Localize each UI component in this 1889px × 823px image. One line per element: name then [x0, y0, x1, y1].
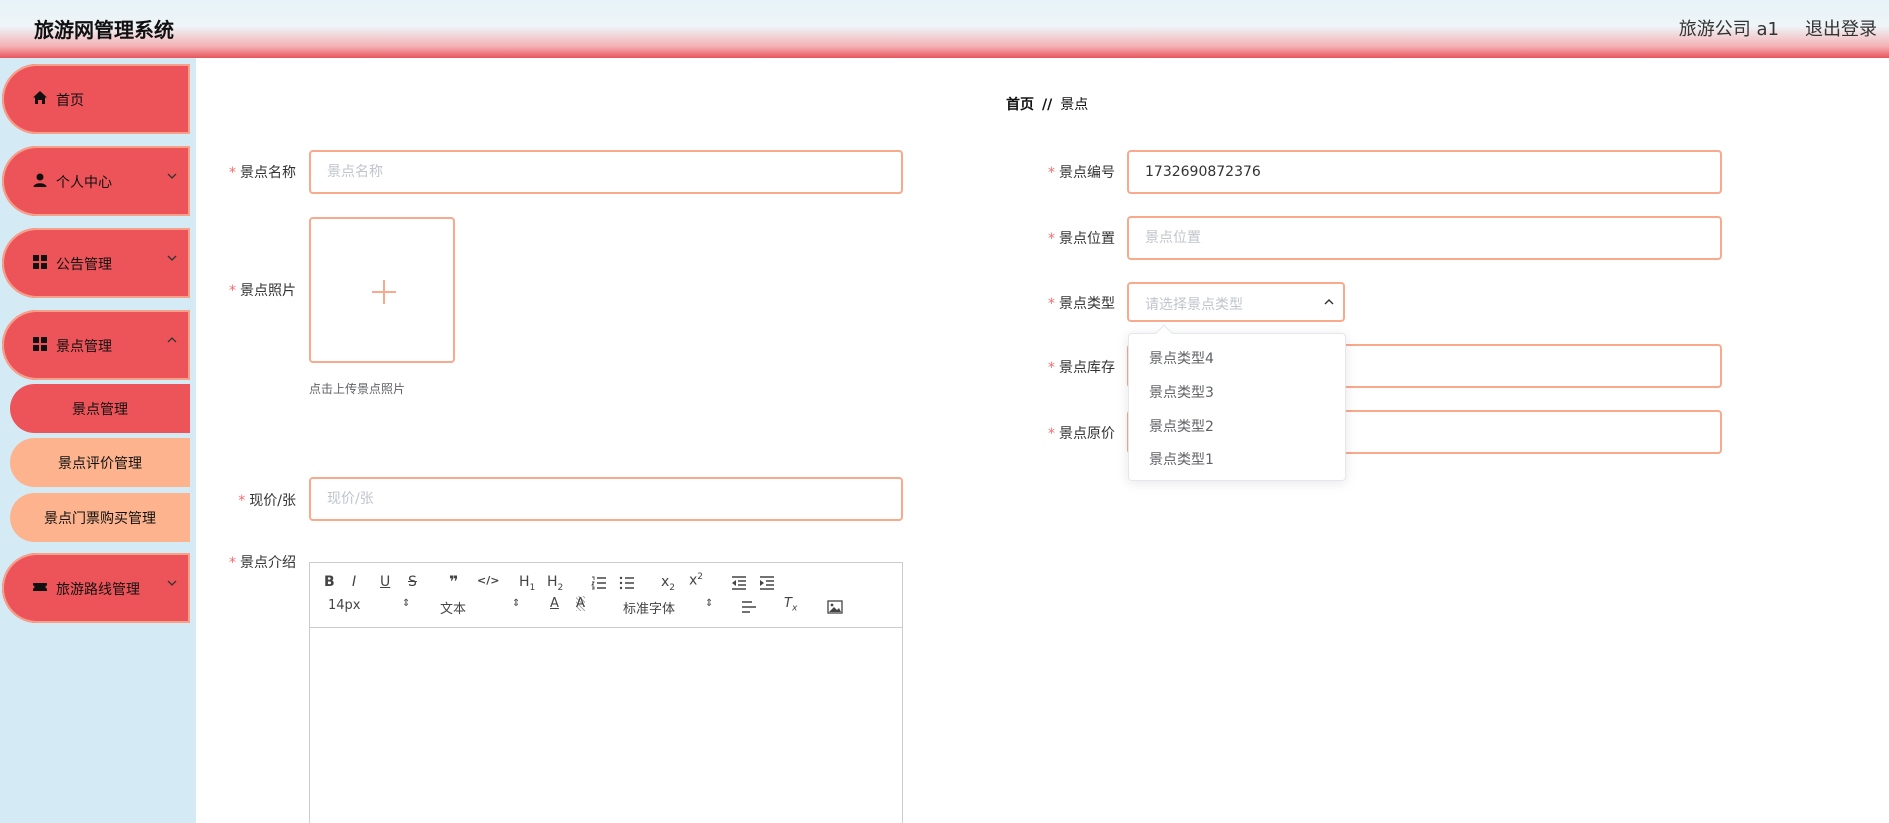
sidebar-subitem-attraction-review[interactable]: 景点评价管理 [10, 438, 190, 487]
bold-icon[interactable]: B [324, 574, 335, 590]
ticket-icon [33, 583, 47, 591]
chevron-up-icon [1324, 299, 1334, 305]
text-style-select[interactable]: 文本 [440, 598, 466, 617]
subscript-icon[interactable]: x2 [661, 574, 675, 593]
clear-format-icon[interactable]: Tx [784, 596, 797, 614]
rich-text-editor: B I U S ❞ </> H1 H2 x2 x2 14px ⇕ 文本 ⇕ A … [309, 562, 903, 823]
type-dropdown: 景点类型4 景点类型3 景点类型2 景点类型1 [1128, 333, 1346, 481]
font-family-select[interactable]: 标准字体 [623, 598, 675, 617]
chevron-up-icon [167, 337, 177, 343]
type-option[interactable]: 景点类型2 [1149, 416, 1214, 436]
type-option[interactable]: 景点类型3 [1149, 382, 1214, 402]
top-header: 旅游网管理系统 旅游公司 a1 退出登录 [0, 0, 1889, 58]
chevron-down-icon [167, 255, 177, 261]
blockquote-icon[interactable]: ❞ [449, 572, 458, 591]
code-block-icon[interactable]: </> [477, 574, 499, 587]
heading1-icon[interactable]: H1 [519, 574, 535, 593]
select-arrows-icon: ⇕ [705, 598, 714, 609]
bullet-list-icon[interactable] [619, 576, 635, 590]
sidebar-item-home[interactable]: 首页 [2, 64, 190, 134]
indent-icon[interactable] [759, 576, 775, 590]
type-option[interactable]: 景点类型1 [1149, 449, 1214, 469]
plus-icon [372, 280, 396, 304]
sidebar-item-attraction-management[interactable]: 景点管理 [2, 310, 190, 380]
breadcrumb-current: 景点 [1060, 97, 1089, 113]
original-price-label: * 景点原价 [1048, 426, 1115, 442]
sidebar-item-personal-center[interactable]: 个人中心 [2, 146, 190, 216]
photo-upload[interactable] [309, 217, 455, 363]
sidebar-item-label: 景点管理 [56, 339, 112, 355]
current-price-input[interactable] [309, 477, 903, 521]
code-label: * 景点编号 [1048, 165, 1115, 181]
sidebar-subitem-attraction-management[interactable]: 景点管理 [10, 384, 190, 433]
sidebar-subitem-ticket-purchase[interactable]: 景点门票购买管理 [10, 493, 190, 542]
type-option[interactable]: 景点类型4 [1149, 348, 1214, 368]
breadcrumb: 首页 // 景点 [1006, 94, 1088, 114]
select-arrows-icon: ⇕ [512, 598, 521, 609]
breadcrumb-home[interactable]: 首页 [1006, 97, 1034, 113]
superscript-icon[interactable]: x2 [689, 572, 703, 589]
app-title: 旅游网管理系统 [34, 18, 174, 42]
heading2-icon[interactable]: H2 [547, 574, 563, 593]
name-input[interactable] [309, 150, 903, 194]
chevron-down-icon [167, 580, 177, 586]
user-icon [33, 173, 47, 187]
font-size-select[interactable]: 14px [328, 598, 361, 613]
underline-icon[interactable]: U [380, 574, 390, 590]
align-left-icon[interactable] [741, 600, 757, 614]
sidebar-item-label: 首页 [56, 93, 84, 109]
home-icon [33, 91, 47, 104]
intro-label: * 景点介绍 [229, 555, 296, 571]
logout-button[interactable]: 退出登录 [1805, 15, 1877, 41]
current-user: 旅游公司 a1 [1678, 19, 1779, 40]
strikethrough-icon[interactable]: S [408, 574, 417, 590]
grid-icon [33, 255, 47, 269]
sidebar-item-notice-management[interactable]: 公告管理 [2, 228, 190, 298]
chevron-down-icon [167, 173, 177, 179]
italic-icon[interactable]: I [352, 574, 356, 590]
type-select[interactable]: 请选择景点类型 [1127, 282, 1345, 322]
type-label: * 景点类型 [1048, 296, 1115, 312]
location-label: * 景点位置 [1048, 231, 1115, 247]
image-icon[interactable] [827, 600, 843, 614]
ordered-list-icon[interactable] [591, 576, 607, 590]
current-price-label: * 现价/张 [238, 493, 296, 509]
grid-icon [33, 337, 47, 351]
sidebar-item-label: 旅游路线管理 [56, 582, 140, 598]
background-color-icon[interactable]: A [576, 596, 585, 611]
outdent-icon[interactable] [731, 576, 747, 590]
type-select-placeholder: 请选择景点类型 [1145, 297, 1243, 313]
stock-label: * 景点库存 [1048, 360, 1115, 376]
photo-label: * 景点照片 [229, 283, 296, 299]
name-label: * 景点名称 [229, 165, 296, 181]
sidebar-item-route-management[interactable]: 旅游路线管理 [2, 553, 190, 623]
breadcrumb-separator: // [1042, 97, 1053, 113]
sidebar-item-label: 公告管理 [56, 257, 112, 273]
code-input[interactable] [1127, 150, 1722, 194]
editor-toolbar: B I U S ❞ </> H1 H2 x2 x2 14px ⇕ 文本 ⇕ A … [310, 563, 902, 628]
sidebar-item-label: 个人中心 [56, 175, 112, 191]
font-color-icon[interactable]: A [550, 596, 559, 611]
select-arrows-icon: ⇕ [402, 598, 411, 609]
location-input[interactable] [1127, 216, 1722, 260]
photo-upload-hint: 点击上传景点照片 [309, 382, 406, 396]
